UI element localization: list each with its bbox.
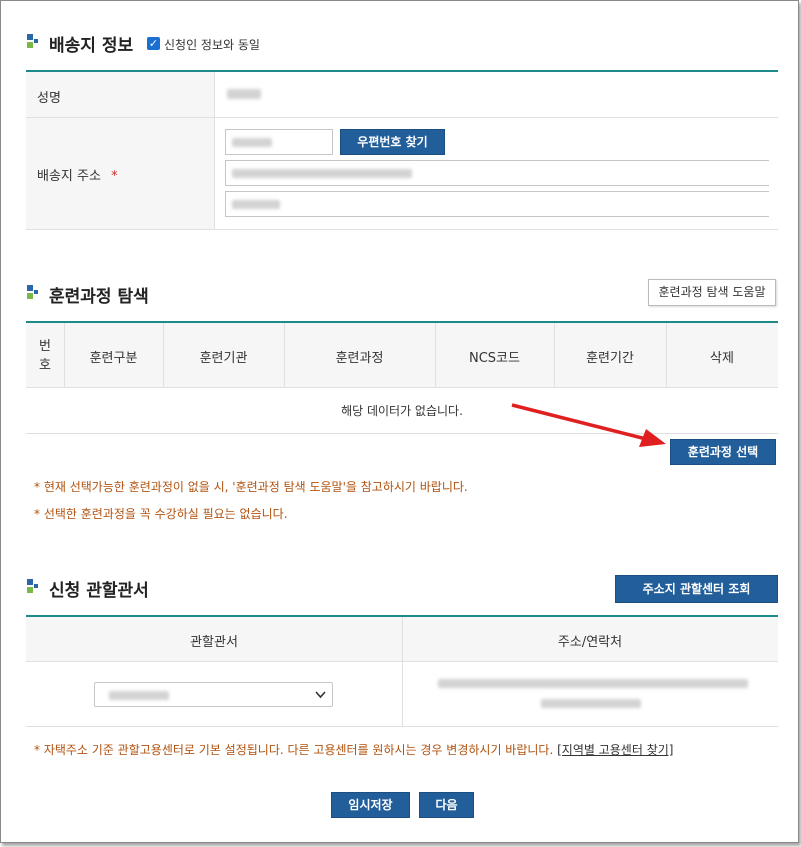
zipcode-input[interactable] bbox=[225, 129, 333, 155]
row-divider bbox=[26, 661, 778, 662]
col-header-number: 번호 bbox=[39, 339, 51, 373]
select-course-button[interactable]: 훈련과정 선택 bbox=[670, 439, 776, 465]
col-header-type: 훈련구분 bbox=[89, 351, 138, 366]
col-header-course: 훈련과정 bbox=[335, 351, 384, 366]
office-select[interactable] bbox=[94, 682, 333, 707]
section-bullet-icon bbox=[27, 579, 39, 593]
row-divider bbox=[26, 387, 778, 388]
temp-save-button[interactable]: 임시저장 bbox=[331, 792, 410, 818]
office-lookup-button[interactable]: 주소지 관할센터 조회 bbox=[615, 575, 778, 603]
course-search-help-button[interactable]: 훈련과정 탐색 도움말 bbox=[648, 279, 776, 306]
office-note: * 자택주소 기준 관할고용센터로 기본 설정됩니다. 다른 고용센터를 원하시… bbox=[34, 743, 674, 757]
course-note-2: * 선택한 훈련과정을 꼭 수강하실 필요는 없습니다. bbox=[34, 507, 288, 521]
col-divider bbox=[666, 323, 667, 387]
chevron-down-icon bbox=[315, 691, 326, 699]
office-phone-value bbox=[541, 699, 641, 708]
name-label: 성명 bbox=[37, 91, 61, 106]
col-divider bbox=[163, 323, 164, 387]
label-column-divider bbox=[214, 72, 215, 229]
col-header-ncs-code: NCS코드 bbox=[469, 351, 520, 366]
col-header-address: 주소/연락처 bbox=[557, 635, 623, 650]
section-bullet-icon bbox=[27, 285, 39, 299]
col-divider bbox=[402, 617, 403, 726]
col-divider bbox=[554, 323, 555, 387]
course-note-1: * 현재 선택가능한 훈련과정이 없을 시, '훈련과정 탐색 도움말'을 참고… bbox=[34, 480, 468, 494]
col-divider bbox=[64, 323, 65, 387]
col-divider bbox=[284, 323, 285, 387]
shipping-section-title: 배송지 정보 bbox=[49, 36, 134, 56]
address-line2-input[interactable] bbox=[225, 191, 770, 217]
regional-center-link[interactable]: [지역별 고용센터 찾기] bbox=[557, 743, 673, 757]
col-divider bbox=[435, 323, 436, 387]
office-section-title: 신청 관할관서 bbox=[49, 581, 149, 601]
same-as-applicant-label: 신청인 정보와 동일 bbox=[164, 38, 260, 52]
col-header-office: 관할관서 bbox=[190, 635, 238, 650]
col-header-period: 훈련기간 bbox=[586, 351, 634, 366]
office-address-value bbox=[438, 679, 748, 688]
course-search-section-title: 훈련과정 탐색 bbox=[49, 287, 149, 307]
next-button[interactable]: 다음 bbox=[419, 792, 474, 818]
section-bullet-icon bbox=[27, 34, 39, 48]
zip-search-button[interactable]: 우편번호 찾기 bbox=[340, 129, 445, 155]
col-header-institution: 훈련기관 bbox=[199, 351, 248, 366]
form-window: 배송지 정보 ✓ 신청인 정보와 동일 성명 배송지 주소 * 우편번호 찾기 … bbox=[0, 0, 799, 843]
row-divider bbox=[26, 229, 778, 230]
name-value bbox=[227, 89, 261, 99]
row-divider bbox=[26, 726, 778, 727]
address-line1-input[interactable] bbox=[225, 160, 770, 186]
same-as-applicant-checkbox[interactable]: ✓ bbox=[147, 37, 160, 50]
address-label: 배송지 주소 * bbox=[37, 169, 118, 184]
col-header-delete: 삭제 bbox=[710, 351, 734, 366]
red-arrow-annotation bbox=[511, 403, 666, 447]
